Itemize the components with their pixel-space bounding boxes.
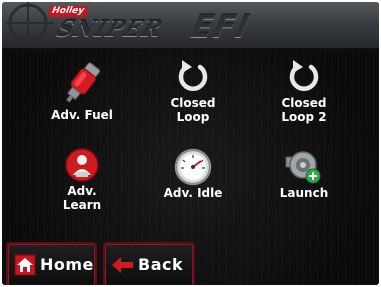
- menu-label: Launch: [279, 186, 329, 200]
- menu-adv-learn[interactable]: Adv. Learn: [37, 148, 127, 212]
- header-bar: Holley SNIPER EFI: [2, 2, 379, 49]
- brand-efi: EFI: [188, 9, 253, 45]
- menu-adv-idle[interactable]: Adv. Idle: [148, 148, 238, 200]
- home-label: Home: [40, 255, 94, 274]
- home-button[interactable]: Home: [6, 242, 97, 285]
- refresh-icon: [289, 60, 319, 91]
- menu-launch[interactable]: Launch: [259, 148, 349, 200]
- menu-label: Adv. Idle: [163, 186, 223, 200]
- brand-script: SNIPER: [53, 16, 167, 42]
- menu-adv-fuel[interactable]: Adv. Fuel: [37, 58, 127, 122]
- home-icon: [14, 254, 36, 276]
- refresh-icon: [178, 60, 208, 91]
- fuel-injector-icon: [66, 62, 101, 103]
- back-label: Back: [138, 255, 184, 274]
- menu-label: Adv. Learn: [62, 184, 102, 212]
- gauge-icon: [174, 148, 212, 186]
- screen: Holley SNIPER EFI Adv. Fuel Closed Loop: [2, 2, 379, 285]
- back-arrow-icon: [112, 257, 133, 273]
- menu-label: Closed Loop: [170, 96, 216, 124]
- menu-closed-loop-2[interactable]: Closed Loop 2: [259, 58, 349, 124]
- menu-label: Closed Loop 2: [281, 96, 327, 124]
- menu-label: Adv. Fuel: [51, 108, 113, 122]
- crosshair-icon: [6, 2, 54, 48]
- back-button[interactable]: Back: [103, 242, 195, 285]
- turbo-icon: [285, 151, 321, 184]
- menu-closed-loop[interactable]: Closed Loop: [148, 58, 238, 124]
- learn-icon: [65, 148, 99, 182]
